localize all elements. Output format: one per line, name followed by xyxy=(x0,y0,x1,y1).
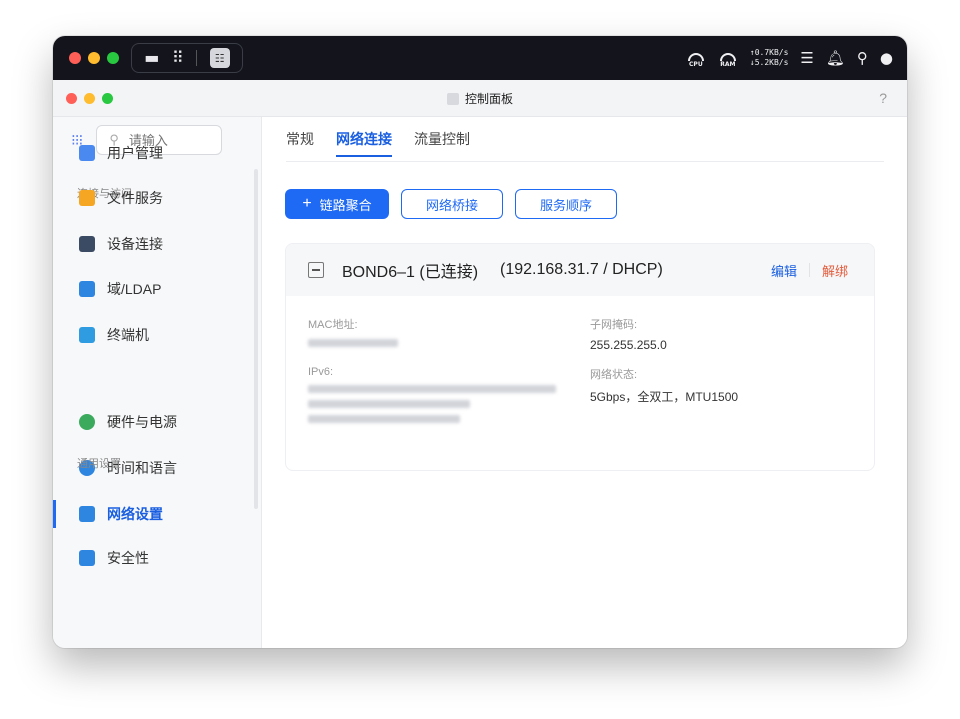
tab-bar: 常规 网络连接 流量控制 xyxy=(286,117,884,162)
system-traffic-lights xyxy=(69,52,119,64)
zoom-dot[interactable] xyxy=(107,52,119,64)
section-general-settings: 通用设置 xyxy=(77,458,121,470)
folder-icon xyxy=(79,190,95,206)
help-button[interactable]: ? xyxy=(879,90,887,106)
app-grid-icon[interactable]: ⠿ xyxy=(172,50,184,66)
mac-field: MAC地址: xyxy=(308,316,558,347)
domain-icon xyxy=(79,281,95,297)
sidebar-item-label: 设备连接 xyxy=(107,236,163,252)
download-speed: ↓5.2KB/s xyxy=(749,58,789,67)
sidebar-item-domain-ldap[interactable]: 域/LDAP xyxy=(53,271,260,307)
minimize-dot[interactable] xyxy=(88,52,100,64)
subnet-value: 255.255.255.0 xyxy=(590,338,667,352)
service-order-button[interactable]: 服务顺序 xyxy=(515,189,617,219)
subnet-field: 子网掩码: 255.255.255.0 xyxy=(590,316,667,352)
sidebar: ⁝⁝⁝ ⚲ 连接与访问 用户管理文件服务设备连接域/LDAP终端机硬件与电源时间… xyxy=(53,117,262,648)
sidebar-item-security[interactable]: 安全性 xyxy=(53,540,260,576)
action-buttons: + 链路聚合 网络桥接 服务顺序 xyxy=(285,189,617,219)
edit-link[interactable]: 编辑 xyxy=(771,261,797,280)
sidebar-item-network-settings[interactable]: 网络设置 xyxy=(53,496,260,532)
ipv6-value-redacted-1 xyxy=(308,385,556,393)
network-speed[interactable]: ↑0.7KB/s ↓5.2KB/s xyxy=(750,48,789,68)
tab-network-connection[interactable]: 网络连接 xyxy=(336,117,392,161)
terminal-icon xyxy=(79,327,95,343)
dock-bar: ▬ ⠿ ☷ xyxy=(131,43,243,73)
network-bridge-button[interactable]: 网络桥接 xyxy=(401,189,503,219)
action-divider xyxy=(808,263,810,277)
sidebar-item-label: 用户管理 xyxy=(107,145,163,161)
ipv6-label: IPv6: xyxy=(308,366,334,378)
window-title-text: 控制面板 xyxy=(464,91,513,106)
ipv6-value-redacted-3 xyxy=(308,415,460,423)
sidebar-item-label: 文件服务 xyxy=(107,190,163,206)
tab-traffic-control[interactable]: 流量控制 xyxy=(414,117,470,161)
sidebar-item-hardware-power[interactable]: 硬件与电源 xyxy=(53,404,260,440)
cpu-label: CPU xyxy=(689,61,703,68)
tasks-icon[interactable]: ☰ xyxy=(800,50,813,66)
app-window: ▬ ⠿ ☷ CPU RAM ↑0.7KB/s ↓5.2KB/s ☰ 🔔︎ ⚲ ● xyxy=(53,36,907,648)
unbind-link[interactable]: 解绑 xyxy=(822,261,848,280)
desktop-icon[interactable]: ▬ xyxy=(144,50,159,66)
sidebar-item-device-connection[interactable]: 设备连接 xyxy=(53,226,260,262)
dock-divider xyxy=(196,50,198,66)
sidebar-item-label: 安全性 xyxy=(107,550,149,566)
collapse-icon[interactable] xyxy=(308,262,324,278)
mac-value-redacted xyxy=(308,339,398,347)
status-field: 网络状态: 5Gbps，全双工，MTU1500 xyxy=(590,366,738,405)
plus-icon: + xyxy=(302,195,312,212)
sidebar-item-label: 域/LDAP xyxy=(107,281,162,297)
ram-label: RAM xyxy=(720,61,736,68)
sidebar-scrollbar[interactable] xyxy=(254,169,258,509)
user-icon xyxy=(79,145,95,161)
hardware-icon xyxy=(79,414,95,430)
control-panel-icon[interactable]: ☷ xyxy=(209,48,230,68)
bond-actions: 编辑 解绑 xyxy=(771,261,848,280)
system-status: CPU RAM ↑0.7KB/s ↓5.2KB/s ☰ 🔔︎ ⚲ ● xyxy=(686,48,893,68)
close-dot[interactable] xyxy=(69,52,81,64)
system-bar: ▬ ⠿ ☷ CPU RAM ↑0.7KB/s ↓5.2KB/s ☰ 🔔︎ ⚲ ● xyxy=(53,36,907,80)
status-label: 网络状态: xyxy=(590,369,638,381)
tab-general[interactable]: 常规 xyxy=(286,117,314,161)
device-icon xyxy=(79,236,95,252)
search-icon[interactable]: ⚲ xyxy=(857,50,868,66)
sidebar-item-label: 硬件与电源 xyxy=(107,414,177,430)
bond-name: BOND6–1 (已连接) xyxy=(342,264,479,281)
window-titlebar: 控制面板 ? xyxy=(53,80,907,117)
bond-card-header: BOND6–1 (已连接) (192.168.31.7 / DHCP) 编辑 解… xyxy=(286,244,874,296)
window-title: 控制面板 xyxy=(53,90,907,107)
control-panel-title-icon xyxy=(446,92,459,105)
sidebar-item-label: 终端机 xyxy=(107,327,149,343)
subnet-label: 子网掩码: xyxy=(590,319,638,331)
sidebar-item-users[interactable]: 用户管理 xyxy=(53,135,260,171)
bond-card: BOND6–1 (已连接) (192.168.31.7 / DHCP) 编辑 解… xyxy=(285,243,875,471)
ram-gauge-icon[interactable]: RAM xyxy=(718,49,738,68)
link-aggregation-label: 链路聚合 xyxy=(319,197,372,213)
main-content: 常规 网络连接 流量控制 + 链路聚合 网络桥接 服务顺序 BOND6–1 (已… xyxy=(262,117,907,648)
ipv6-field: IPv6: xyxy=(308,366,568,423)
upload-speed: ↑0.7KB/s xyxy=(749,48,789,57)
status-value: 5Gbps，全双工，MTU1500 xyxy=(590,390,739,404)
sidebar-item-file-service[interactable]: 文件服务 xyxy=(53,180,260,216)
bond-address: (192.168.31.7 / DHCP) xyxy=(500,261,663,278)
sidebar-item-label: 网络设置 xyxy=(107,506,163,522)
cpu-gauge-icon[interactable]: CPU xyxy=(686,49,706,68)
user-icon[interactable]: ● xyxy=(880,50,893,66)
ipv6-value-redacted-2 xyxy=(308,400,470,408)
mac-label: MAC地址: xyxy=(308,319,358,331)
link-aggregation-button[interactable]: + 链路聚合 xyxy=(285,189,389,219)
sidebar-item-terminal[interactable]: 终端机 xyxy=(53,317,260,353)
shield-icon xyxy=(79,550,95,566)
bell-icon[interactable]: 🔔︎ xyxy=(826,50,845,66)
network-icon xyxy=(79,506,95,522)
